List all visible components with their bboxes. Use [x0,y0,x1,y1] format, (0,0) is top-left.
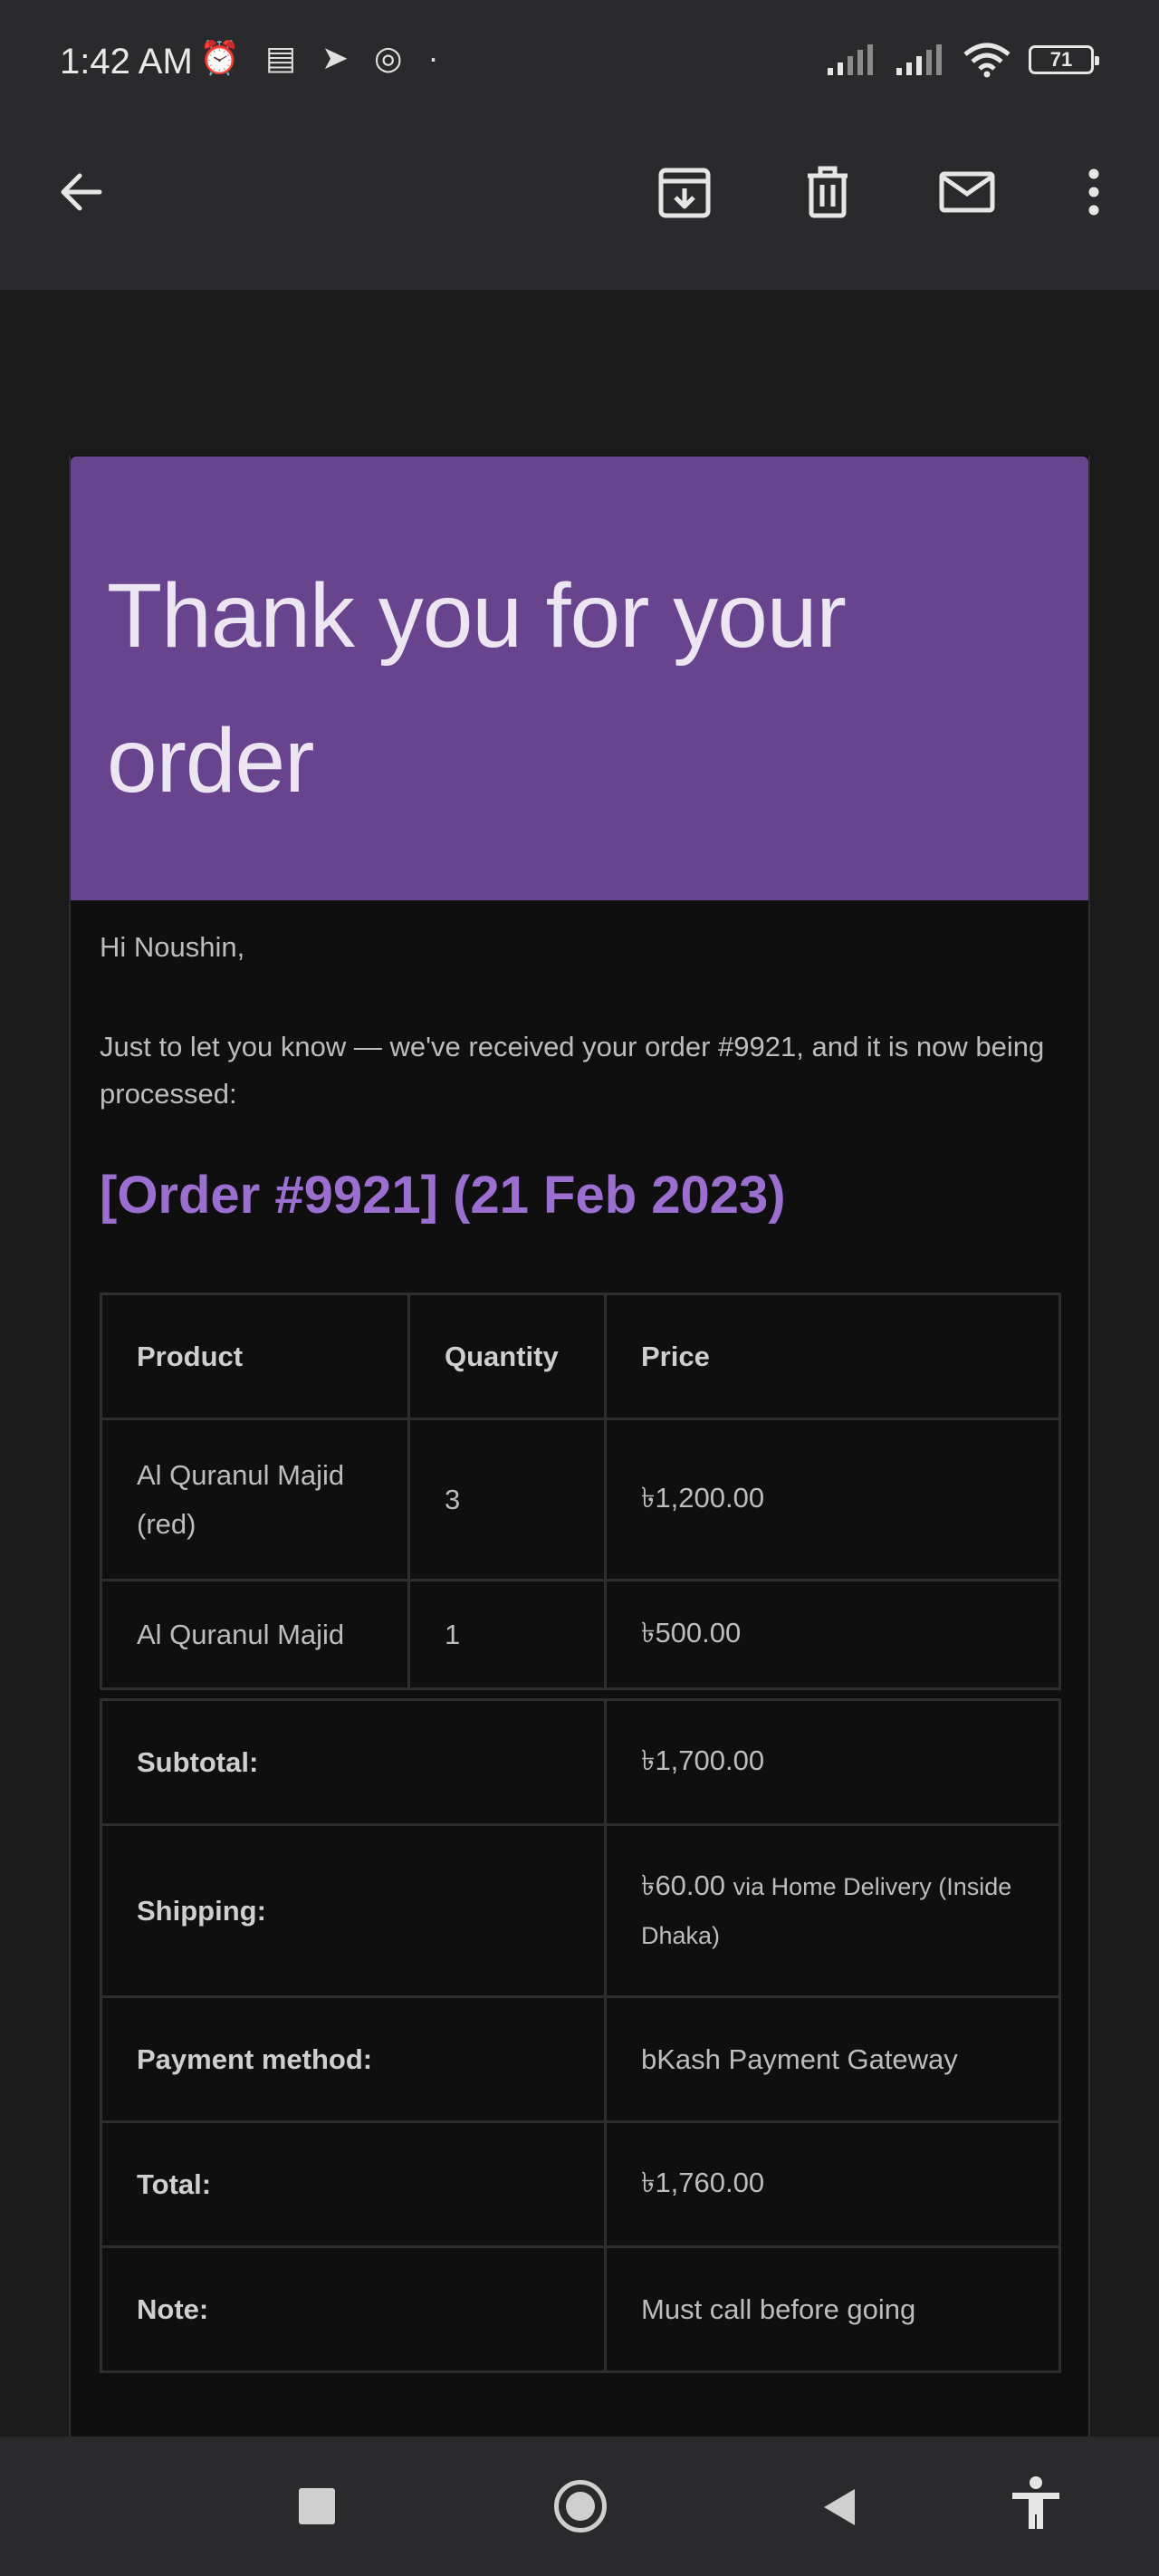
product-price: ৳1,200.00 [604,1418,1061,1581]
payment-label: Payment method: [100,1995,607,2123]
product-price: ৳500.00 [604,1579,1061,1690]
header-product: Product [100,1293,410,1420]
note-label: Note: [100,2245,607,2373]
table-row: Al Quranul Majid 1 ৳500.00 [100,1579,1061,1690]
shipping-label: Shipping: [100,1823,607,1998]
message-icon: ▤ [264,39,296,76]
subtotal-value: ৳1,700.00 [604,1698,1061,1826]
order-totals-table: Subtotal: ৳1,700.00 Shipping: ৳60.00 via… [100,1698,1061,2373]
status-notification-icons: ⏰ ▤ ➤ ◎ · [199,42,438,74]
note-value: Must call before going [604,2245,1061,2373]
wifi-icon [963,43,1011,78]
dot-icon: · [427,39,439,76]
whatsapp-icon: ◎ [374,39,403,76]
status-system-icons: 71 [826,42,1099,78]
intro-text: Just to let you know — we've received yo… [100,1031,1045,1110]
product-name: Al Quranul Majid (red) [100,1418,410,1581]
navigation-icon: ➤ [321,39,350,76]
back-arrow-icon[interactable] [53,163,110,221]
total-label: Total: [100,2120,607,2248]
delete-icon[interactable] [799,163,857,221]
shipping-row: Shipping: ৳60.00 via Home Delivery (Insi… [100,1823,1061,1998]
home-circle-icon[interactable] [554,2480,607,2533]
note-row: Note: Must call before going [100,2245,1061,2373]
order-items-table: Product Quantity Price Al Quranul Majid … [100,1293,1061,1690]
more-vert-icon[interactable] [1065,163,1123,221]
subtotal-label: Subtotal: [100,1698,607,1826]
subtotal-row: Subtotal: ৳1,700.00 [100,1698,1061,1826]
table-row: Al Quranul Majid (red) 3 ৳1,200.00 [100,1418,1061,1581]
battery-level: 71 [1049,48,1073,71]
status-time: 1:42 AM [60,42,193,82]
signal-icon [828,44,873,75]
greeting-text: Hi Noushin, [100,931,245,963]
accessibility-icon[interactable] [1007,2475,1065,2533]
shipping-value: ৳60.00 via Home Delivery (Inside Dhaka) [604,1823,1061,1998]
product-quantity: 1 [407,1579,607,1690]
header-price: Price [604,1293,1061,1420]
product-quantity: 3 [407,1418,607,1581]
header-quantity: Quantity [407,1293,607,1420]
back-triangle-icon[interactable] [819,2485,858,2529]
recents-square-icon[interactable] [299,2488,335,2524]
archive-icon[interactable] [656,163,714,221]
alarm-off-icon: ⏰ [199,39,240,76]
mark-unread-icon[interactable] [938,163,996,221]
total-row: Total: ৳1,760.00 [100,2120,1061,2248]
order-heading[interactable]: [Order #9921] (21 Feb 2023) [100,1165,786,1226]
shipping-price: ৳60.00 [641,1869,726,1901]
email-header-title: Thank you for your order [107,565,847,812]
battery-icon: 71 [1029,45,1099,74]
table-header-row: Product Quantity Price [100,1293,1061,1420]
product-name: Al Quranul Majid [100,1579,410,1690]
payment-row: Payment method: bKash Payment Gateway [100,1995,1061,2123]
signal-icon-2 [896,44,942,75]
payment-value: bKash Payment Gateway [604,1995,1061,2123]
total-value: ৳1,760.00 [604,2120,1061,2248]
